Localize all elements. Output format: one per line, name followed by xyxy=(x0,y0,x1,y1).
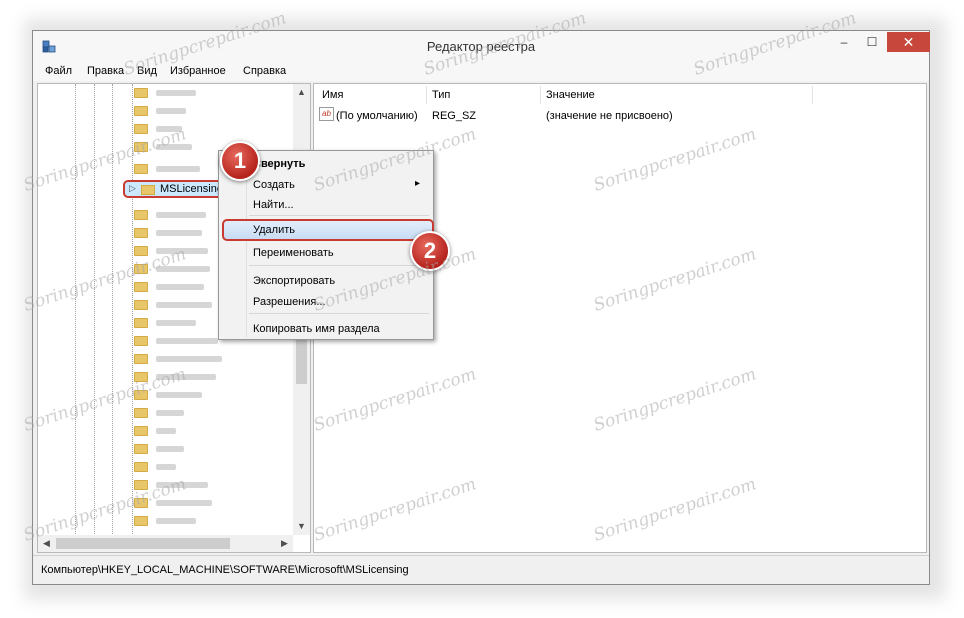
minimize-button[interactable]: – xyxy=(831,32,857,52)
folder-icon xyxy=(134,228,148,238)
close-button[interactable]: ✕ xyxy=(887,32,930,52)
string-value-icon: ab xyxy=(319,107,334,121)
scroll-right-icon[interactable]: ▶ xyxy=(276,535,293,552)
folder-icon xyxy=(134,480,148,490)
scroll-down-icon[interactable]: ▼ xyxy=(293,518,310,535)
folder-icon xyxy=(141,185,155,195)
expand-arrow-icon[interactable]: ▷ xyxy=(129,183,136,194)
menu-favorites[interactable]: Избранное xyxy=(170,65,226,77)
status-path: Компьютер\HKEY_LOCAL_MACHINE\SOFTWARE\Mi… xyxy=(41,564,409,576)
folder-icon xyxy=(134,164,148,174)
tree-guide-line xyxy=(94,84,95,536)
folder-icon xyxy=(134,300,148,310)
tree-guide-line xyxy=(75,84,76,536)
menu-item-export[interactable]: Экспортировать xyxy=(253,275,335,287)
context-menu: Свернуть Создать ▸ Найти... Удалить Пере… xyxy=(218,150,434,340)
menu-item-rename[interactable]: Переименовать xyxy=(253,247,334,259)
menu-bar: Файл Правка Вид Избранное Справка xyxy=(33,61,929,81)
folder-icon xyxy=(134,354,148,364)
menu-item-create[interactable]: Создать xyxy=(253,179,295,191)
status-bar: Компьютер\HKEY_LOCAL_MACHINE\SOFTWARE\Mi… xyxy=(33,555,929,584)
column-separator[interactable] xyxy=(812,86,813,104)
maximize-button[interactable]: ☐ xyxy=(859,32,885,52)
menu-help[interactable]: Справка xyxy=(243,65,286,77)
menu-separator xyxy=(249,215,429,216)
tree-guide-line xyxy=(132,84,133,536)
tree-guide-line xyxy=(112,84,113,536)
folder-icon xyxy=(134,264,148,274)
menu-separator xyxy=(249,265,429,266)
tree-node-mslicensing[interactable]: ▷ MSLicensing xyxy=(123,180,227,198)
registry-editor-window: Редактор реестра – ☐ ✕ Файл Правка Вид И… xyxy=(32,30,930,585)
folder-icon xyxy=(134,426,148,436)
value-type[interactable]: REG_SZ xyxy=(432,108,476,124)
column-separator[interactable] xyxy=(426,86,427,104)
value-data[interactable]: (значение не присвоено) xyxy=(546,108,673,124)
column-header-name[interactable]: Имя xyxy=(322,86,343,104)
menu-item-delete[interactable]: Удалить xyxy=(253,224,295,236)
folder-icon xyxy=(134,462,148,472)
menu-view[interactable]: Вид xyxy=(137,65,157,77)
value-name[interactable]: (По умолчанию) xyxy=(336,108,418,124)
tree-node-label: MSLicensing xyxy=(160,183,223,195)
menu-item-find[interactable]: Найти... xyxy=(253,199,294,211)
folder-icon xyxy=(134,372,148,382)
title-bar[interactable]: Редактор реестра – ☐ ✕ xyxy=(33,31,930,61)
folder-icon xyxy=(134,318,148,328)
horizontal-scroll-thumb[interactable] xyxy=(56,538,230,549)
folder-icon xyxy=(134,390,148,400)
folder-icon xyxy=(134,498,148,508)
scroll-up-icon[interactable]: ▲ xyxy=(293,84,310,101)
folder-icon xyxy=(134,106,148,116)
menu-item-permissions[interactable]: Разрешения... xyxy=(253,296,326,308)
folder-icon xyxy=(134,444,148,454)
folder-icon xyxy=(134,516,148,526)
folder-icon xyxy=(134,88,148,98)
folder-icon xyxy=(134,408,148,418)
menu-item-collapse[interactable]: Свернуть xyxy=(253,158,305,170)
step-badge-1: 1 xyxy=(220,141,260,181)
folder-icon xyxy=(134,210,148,220)
menu-file[interactable]: Файл xyxy=(45,65,72,77)
folder-icon xyxy=(134,142,148,152)
column-separator[interactable] xyxy=(540,86,541,104)
folder-icon xyxy=(134,282,148,292)
menu-item-copy-key-name[interactable]: Копировать имя раздела xyxy=(253,323,380,335)
menu-separator xyxy=(249,313,429,314)
scroll-left-icon[interactable]: ◀ xyxy=(38,535,55,552)
step-badge-2: 2 xyxy=(410,231,450,271)
submenu-arrow-icon: ▸ xyxy=(415,178,421,189)
column-header-data[interactable]: Значение xyxy=(546,86,595,104)
folder-icon xyxy=(134,246,148,256)
folder-icon xyxy=(134,336,148,346)
column-header-type[interactable]: Тип xyxy=(432,86,450,104)
menu-edit[interactable]: Правка xyxy=(87,65,124,77)
window-title: Редактор реестра xyxy=(426,39,536,54)
tree-horizontal-scrollbar[interactable]: ◀ ▶ xyxy=(38,535,293,552)
folder-icon xyxy=(134,124,148,134)
